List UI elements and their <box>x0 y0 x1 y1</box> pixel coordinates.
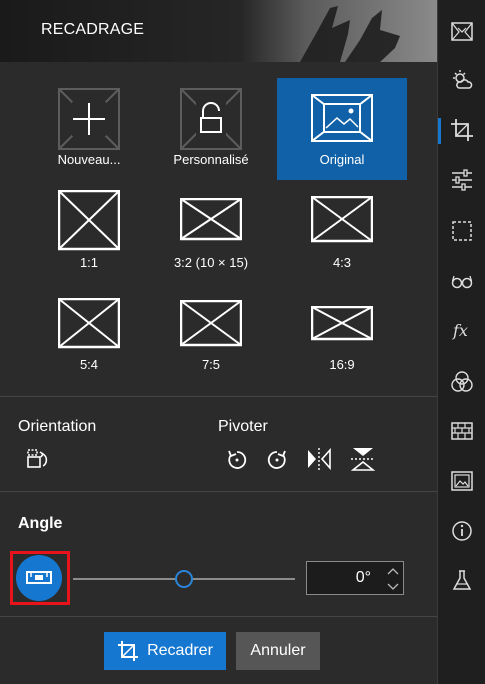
ratio-custom[interactable]: Personnalisé <box>146 78 276 180</box>
ratio-frame-icon <box>311 306 373 341</box>
selection-icon[interactable] <box>450 219 474 243</box>
ratio-7-5[interactable]: 7:5 <box>146 290 276 392</box>
cancel-button[interactable]: Annuler <box>236 632 320 670</box>
plus-icon <box>58 88 120 150</box>
rotate-right-icon <box>267 450 286 469</box>
ratio-5-4[interactable]: 5:4 <box>24 290 154 392</box>
angle-value: 0° <box>355 569 371 586</box>
texture-icon[interactable] <box>450 419 474 443</box>
ratio-label: Personnalisé <box>173 152 249 167</box>
divider <box>0 491 437 492</box>
unlock-icon <box>180 88 242 150</box>
ratio-label: Original <box>319 152 365 167</box>
divider <box>0 616 437 617</box>
glasses-icon[interactable] <box>450 269 474 293</box>
tool-rail: fx <box>437 0 485 684</box>
flip-vertical-icon <box>350 448 376 471</box>
angle-slider-thumb[interactable] <box>175 570 193 588</box>
ratio-label: 1:1 <box>79 255 99 270</box>
ratio-frame-icon <box>180 198 242 241</box>
ratio-16-9[interactable]: 16:9 <box>277 290 407 392</box>
ratio-frame-icon <box>58 298 120 349</box>
spin-down-icon[interactable] <box>387 582 399 592</box>
fx-icon[interactable]: fx <box>450 318 474 342</box>
color-circles-icon[interactable] <box>450 370 474 394</box>
active-indicator <box>438 118 441 144</box>
highlight-box <box>10 551 70 605</box>
flip-horizontal-icon <box>308 447 331 471</box>
page-title: RECADRAGE <box>41 21 145 38</box>
rotate-left-button[interactable] <box>224 446 250 472</box>
image-icon <box>311 94 373 142</box>
svg-text:fx: fx <box>452 321 468 340</box>
ratio-3-2[interactable]: 3:2 (10 × 15) <box>146 186 276 288</box>
ratio-label: Nouveau... <box>57 152 121 167</box>
crop-panel: RECADRAGE Nouveau... Personnalisé Origin… <box>0 0 437 684</box>
ratio-frame-icon <box>58 190 120 251</box>
panel-header: RECADRAGE <box>0 0 437 62</box>
ratio-label: 7:5 <box>201 357 221 372</box>
ratio-label: 5:4 <box>79 357 99 372</box>
sliders-icon[interactable] <box>450 168 474 192</box>
image-frames-icon[interactable] <box>450 20 474 44</box>
angle-label: Angle <box>18 515 63 532</box>
ratio-label: 16:9 <box>329 357 355 372</box>
ratio-frame-icon <box>180 300 242 347</box>
crop-button[interactable]: Recadrer <box>104 632 226 670</box>
ratio-1-1[interactable]: 1:1 <box>24 186 154 288</box>
angle-input[interactable]: 0° <box>306 561 404 595</box>
orientation-toggle-button[interactable] <box>24 446 50 472</box>
flip-vertical-button[interactable] <box>350 446 376 472</box>
ratio-new[interactable]: Nouveau... <box>24 78 154 180</box>
rotate-right-button[interactable] <box>264 446 290 472</box>
crop-button-label: Recadrer <box>147 642 213 659</box>
rotate-label: Pivoter <box>218 418 268 435</box>
crop-icon <box>118 641 139 661</box>
ratio-label: 4:3 <box>332 255 352 270</box>
divider <box>0 396 437 397</box>
rotate-left-icon <box>228 450 247 469</box>
orientation-icon <box>27 449 48 468</box>
ratio-label: 3:2 (10 × 15) <box>173 255 249 270</box>
flip-horizontal-button[interactable] <box>306 446 332 472</box>
cancel-button-label: Annuler <box>250 642 306 659</box>
ratio-4-3[interactable]: 4:3 <box>277 186 407 288</box>
weather-icon[interactable] <box>450 68 474 92</box>
crop-icon[interactable] <box>450 118 474 142</box>
spin-up-icon[interactable] <box>387 566 399 576</box>
orientation-label: Orientation <box>18 418 97 435</box>
picture-icon[interactable] <box>450 469 474 493</box>
flask-icon[interactable] <box>450 569 474 593</box>
ratio-original[interactable]: Original <box>277 78 407 180</box>
ratio-frame-icon <box>311 196 373 243</box>
info-icon[interactable] <box>450 519 474 543</box>
